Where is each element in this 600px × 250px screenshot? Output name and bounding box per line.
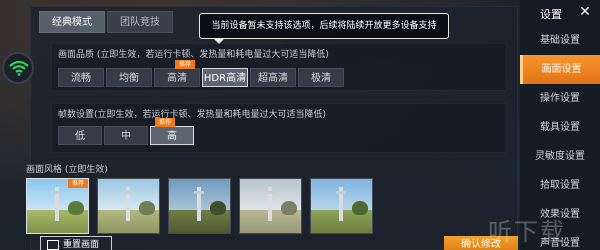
fps-section: 帧数设置(立即生效，若运行卡顿、发热量和耗电量过大可适当降低) 低 中 高 推荐 — [51, 103, 507, 153]
quality-option-ultra[interactable]: 超高清 — [250, 68, 296, 87]
tab-classic-mode[interactable]: 经典模式 — [39, 11, 105, 33]
reset-label: 重置画面 — [63, 240, 100, 250]
quality-option-balanced[interactable]: 均衡 — [106, 68, 152, 87]
quality-options: 流畅 均衡 高清 推荐 HDR高清 超高清 极清 — [58, 60, 346, 87]
tree-icon — [281, 201, 297, 215]
tower-icon — [52, 187, 62, 221]
reset-graphics-button[interactable]: 重置画面 — [40, 236, 112, 250]
sidebar-item-basic[interactable]: 基础设置 — [520, 26, 600, 55]
sidebar-header: 设置 ✕ — [520, 0, 600, 26]
style-thumbnail[interactable] — [239, 178, 302, 234]
tree-icon — [68, 201, 84, 215]
sidebar-item-vehicle[interactable]: 载具设置 — [520, 113, 600, 142]
tower-icon — [194, 187, 204, 221]
style-thumbnail[interactable]: 推荐 — [26, 178, 89, 234]
tree-icon — [210, 201, 226, 215]
recommended-badge: 推荐 — [155, 118, 175, 127]
sidebar-item-sensitivity[interactable]: 灵敏度设置 — [520, 142, 600, 171]
reset-icon — [47, 240, 59, 250]
fps-option-low[interactable]: 低 — [58, 126, 102, 145]
style-thumbnails: 推荐 — [26, 178, 381, 234]
unsupported-tooltip: 当前设备暂未支持该选项，后续将陆续开放更多设备支持 — [199, 13, 449, 44]
fps-option-label: 高 — [167, 131, 177, 142]
fps-option-medium[interactable]: 中 — [104, 126, 148, 145]
fps-options: 低 中 高 推荐 — [58, 118, 196, 145]
style-title: 画面风格 (立即生效) — [26, 165, 108, 175]
quality-option-extreme[interactable]: 极清 — [298, 68, 344, 87]
tower-icon — [265, 187, 275, 221]
sidebar-item-graphics[interactable]: 画面设置 — [520, 55, 600, 84]
fps-option-high[interactable]: 高 推荐 — [150, 118, 194, 145]
sidebar-item-pickup[interactable]: 拾取设置 — [520, 171, 600, 200]
quality-option-hdr[interactable]: HDR高清 — [202, 68, 248, 87]
style-thumbnail[interactable] — [97, 178, 160, 234]
quality-option-label: 高清 — [167, 73, 187, 84]
sidebar-item-controls[interactable]: 操作设置 — [520, 84, 600, 113]
watermark-logo: 听下载 — [488, 218, 566, 246]
quality-title: 画面品质 (立即生效，若运行卡顿、发热量和耗电量过大可适当降低) — [58, 50, 329, 60]
recommended-badge: 推荐 — [68, 179, 88, 188]
tower-icon — [123, 187, 133, 221]
recommended-badge: 推荐 — [175, 60, 195, 69]
mode-tabs: 经典模式 团队竞技 — [39, 11, 175, 33]
quality-option-smooth[interactable]: 流畅 — [58, 68, 104, 87]
quality-section: 画面品质 (立即生效，若运行卡顿、发热量和耗电量过大可适当降低) 流畅 均衡 高… — [51, 43, 507, 91]
quality-option-hd[interactable]: 高清 推荐 — [154, 60, 200, 87]
wifi-icon — [2, 52, 34, 84]
tree-icon — [139, 201, 155, 215]
close-icon[interactable]: ✕ — [576, 4, 594, 22]
tree-icon — [352, 201, 368, 215]
sidebar-title: 设置 — [540, 8, 562, 21]
fps-title: 帧数设置(立即生效，若运行卡顿、发热量和耗电量过大可适当降低) — [58, 110, 327, 120]
tower-icon — [336, 187, 346, 221]
style-thumbnail[interactable] — [168, 178, 231, 234]
tab-team-deathmatch[interactable]: 团队竞技 — [107, 11, 173, 33]
style-thumbnail[interactable] — [310, 178, 373, 234]
